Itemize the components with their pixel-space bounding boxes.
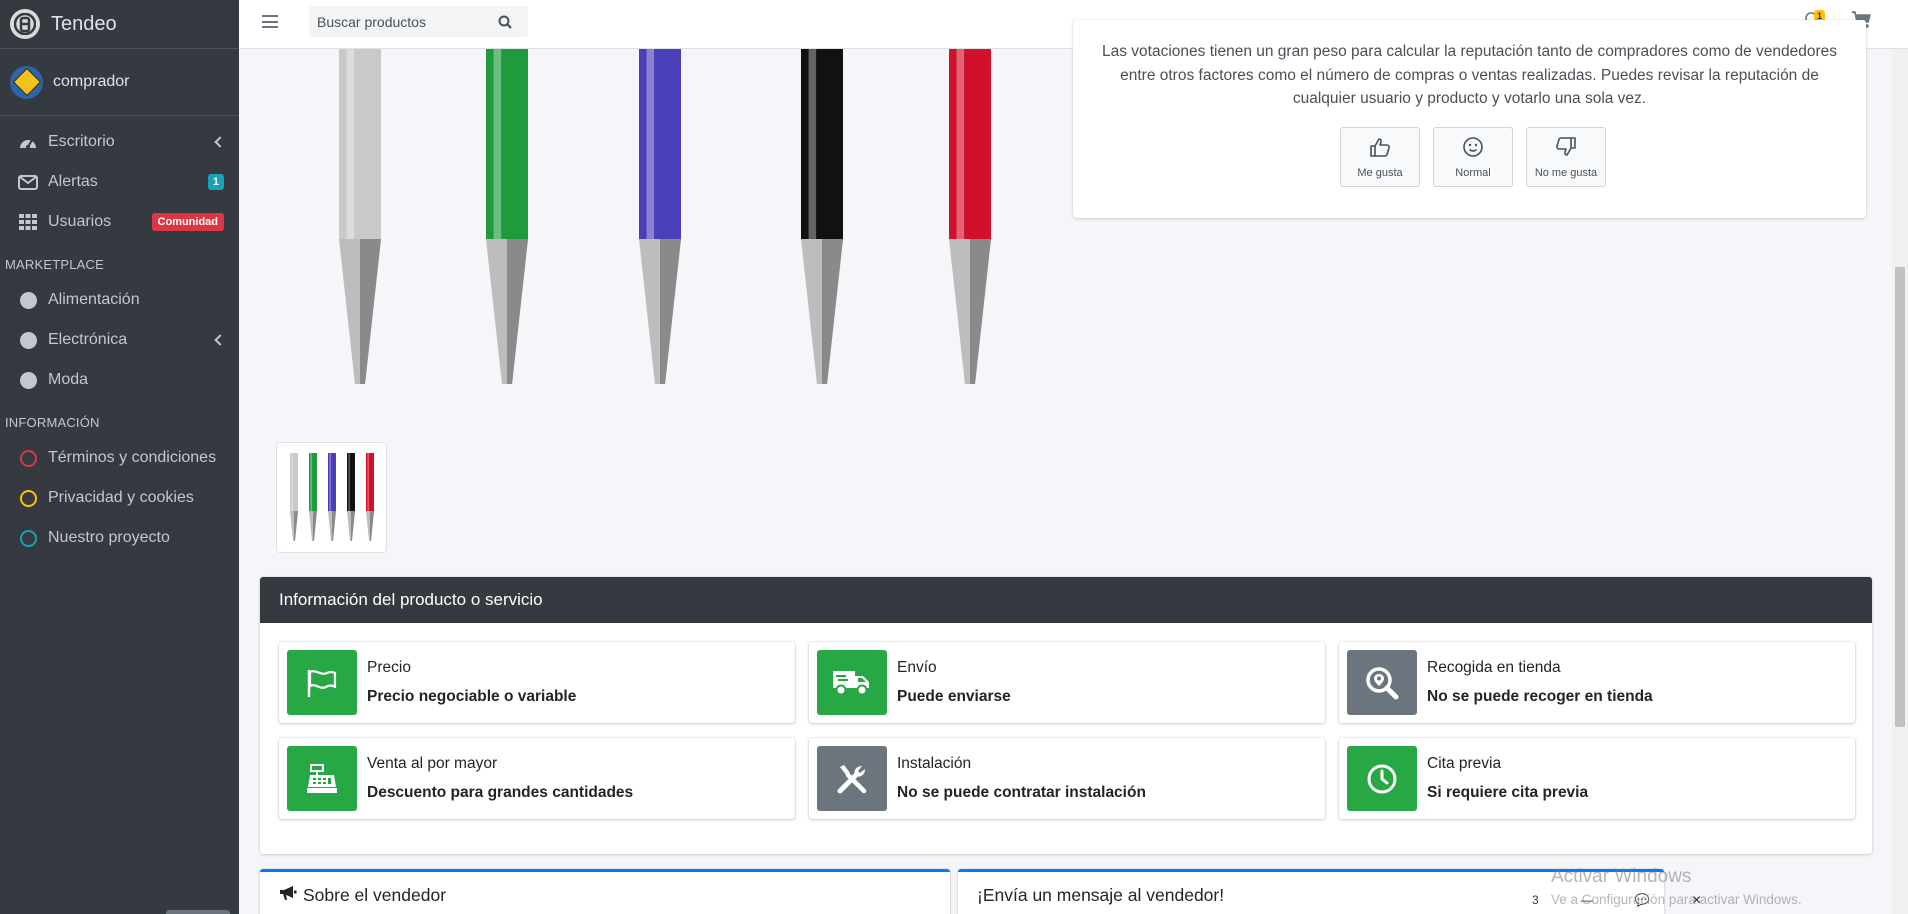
alert-count-badge: 1 xyxy=(207,174,224,190)
seller-card-title: Sobre el vendedor xyxy=(303,885,447,905)
sidebar-item-proyecto[interactable]: Nuestro proyecto xyxy=(0,518,239,558)
search-icon[interactable] xyxy=(489,6,521,37)
like-button[interactable]: Me gusta xyxy=(1340,127,1420,187)
vote-card: Las votaciones tienen un gran peso para … xyxy=(1073,20,1866,218)
info-box-value: Puede enviarse xyxy=(897,688,1011,705)
circle-icon xyxy=(17,331,39,349)
cash-register-icon xyxy=(287,746,357,811)
watermark-title: Activar Windows xyxy=(1551,866,1692,887)
sidebar-item-alertas[interactable]: Alertas 1 xyxy=(0,162,239,202)
user-name: comprador xyxy=(53,73,130,90)
menu-toggle-icon[interactable] xyxy=(262,15,278,28)
like-label: Me gusta xyxy=(1357,166,1403,179)
scrollbar-thumb[interactable] xyxy=(1895,267,1905,727)
seller-card: Sobre el vendedor xyxy=(260,869,950,914)
sidebar-scroll-handle[interactable] xyxy=(166,910,230,914)
sidebar-item-label: Términos y condiciones xyxy=(48,449,217,466)
sidebar-item-label: Escritorio xyxy=(48,133,115,150)
product-info-title: Información del producto o servicio xyxy=(260,577,1872,623)
info-box-instalacion: Instalación No se puede contratar instal… xyxy=(809,738,1325,819)
sidebar-item-label: Alertas xyxy=(48,173,98,190)
search-input[interactable] xyxy=(309,13,489,30)
page-scrollbar[interactable] xyxy=(1892,49,1908,914)
info-box-value: Precio negociable o variable xyxy=(367,688,577,705)
meh-face-icon xyxy=(1462,136,1484,163)
avatar xyxy=(10,65,43,99)
info-box-title: Cita previa xyxy=(1427,755,1502,772)
search-location-icon xyxy=(1347,650,1417,715)
sidebar-item-moda[interactable]: Moda xyxy=(0,360,239,400)
normal-label: Normal xyxy=(1455,166,1491,179)
info-box-value: Si requiere cita previa xyxy=(1427,784,1589,801)
envelope-icon xyxy=(17,173,39,191)
info-box-precio: Precio Precio negociable o variable xyxy=(279,642,795,723)
product-main-image[interactable] xyxy=(330,49,1010,394)
circle-outline-icon xyxy=(17,449,39,467)
community-badge: Comunidad xyxy=(151,213,224,231)
normal-button[interactable]: Normal xyxy=(1433,127,1513,187)
vote-buttons: Me gusta Normal No me gusta xyxy=(1340,127,1606,187)
sidebar-item-alimentacion[interactable]: Alimentación xyxy=(0,280,239,320)
sidebar-item-label: Nuestro proyecto xyxy=(48,529,170,546)
info-header: INFORMACIÓN xyxy=(5,415,100,430)
tachometer-icon xyxy=(17,133,39,151)
info-nav: Términos y condiciones Privacidad y cook… xyxy=(0,438,239,558)
watermark-subtitle: Ve a Configuración para activar Windows. xyxy=(1551,892,1802,907)
truck-icon xyxy=(817,650,887,715)
product-info-grid: Precio Precio negociable o variable Enví… xyxy=(279,642,1855,819)
tools-icon xyxy=(817,746,887,811)
info-box-title: Instalación xyxy=(897,755,972,772)
sidebar-item-label: Privacidad y cookies xyxy=(48,489,194,506)
chat-count: 3 xyxy=(1532,893,1539,907)
sidebar-item-escritorio[interactable]: Escritorio xyxy=(0,122,239,162)
brand-name: Tendeo xyxy=(51,12,117,35)
brand-link[interactable]: Tendeo xyxy=(0,0,239,49)
sidebar-item-terminos[interactable]: Términos y condiciones xyxy=(0,438,239,478)
grid-icon xyxy=(17,213,39,231)
windows-activation-watermark: Activar Windows Ve a Configuración para … xyxy=(1551,866,1802,907)
sidebar-nav: Escritorio Alertas 1 Usuarios Comunidad xyxy=(0,122,239,242)
user-panel[interactable]: comprador xyxy=(0,49,239,116)
sidebar-item-label: Usuarios xyxy=(48,213,112,230)
sidebar-item-label: Alimentación xyxy=(48,291,140,308)
product-thumbnail[interactable] xyxy=(276,442,387,553)
flag-icon xyxy=(287,650,357,715)
circle-outline-icon xyxy=(17,529,39,547)
thumbs-up-icon xyxy=(1369,136,1391,163)
chevron-left-icon xyxy=(214,334,226,346)
info-box-value: No se puede contratar instalación xyxy=(897,784,1146,801)
sidebar-item-label: Electrónica xyxy=(48,331,128,348)
megaphone-icon xyxy=(279,885,297,906)
info-box-title: Recogida en tienda xyxy=(1427,659,1561,676)
info-box-cita: Cita previa Si requiere cita previa xyxy=(1339,738,1855,819)
marketplace-header: MARKETPLACE xyxy=(5,257,105,272)
dislike-button[interactable]: No me gusta xyxy=(1526,127,1606,187)
message-card-title: ¡Envía un mensaje al vendedor! xyxy=(977,885,1225,905)
marketplace-nav: Alimentación Electrónica Moda xyxy=(0,280,239,400)
circle-outline-icon xyxy=(17,489,39,507)
info-box-title: Envío xyxy=(897,659,937,676)
info-box-value: Descuento para grandes cantidades xyxy=(367,784,634,801)
sidebar: Tendeo comprador Escritorio Alertas 1 Us… xyxy=(0,0,239,914)
circle-icon xyxy=(17,371,39,389)
clock-icon xyxy=(1347,746,1417,811)
sidebar-item-electronica[interactable]: Electrónica xyxy=(0,320,239,360)
info-box-value: No se puede recoger en tienda xyxy=(1427,688,1653,705)
search-form xyxy=(309,6,528,37)
info-box-envio: Envío Puede enviarse xyxy=(809,642,1325,723)
chevron-left-icon xyxy=(214,136,226,148)
brand-logo-icon xyxy=(10,9,40,39)
info-box-title: Venta al por mayor xyxy=(367,755,498,772)
sidebar-item-label: Moda xyxy=(48,371,89,388)
sidebar-item-usuarios[interactable]: Usuarios Comunidad xyxy=(0,202,239,242)
vote-description: Las votaciones tienen un gran peso para … xyxy=(1102,43,1837,107)
circle-icon xyxy=(17,291,39,309)
product-info-card: Información del producto o servicio Prec… xyxy=(260,577,1872,854)
thumbs-down-icon xyxy=(1555,136,1577,163)
info-box-title: Precio xyxy=(367,659,411,676)
sidebar-item-privacidad[interactable]: Privacidad y cookies xyxy=(0,478,239,518)
dislike-label: No me gusta xyxy=(1534,166,1598,179)
info-box-mayor: Venta al por mayor Descuento para grande… xyxy=(279,738,795,819)
info-box-recogida: Recogida en tienda No se puede recoger e… xyxy=(1339,642,1855,723)
